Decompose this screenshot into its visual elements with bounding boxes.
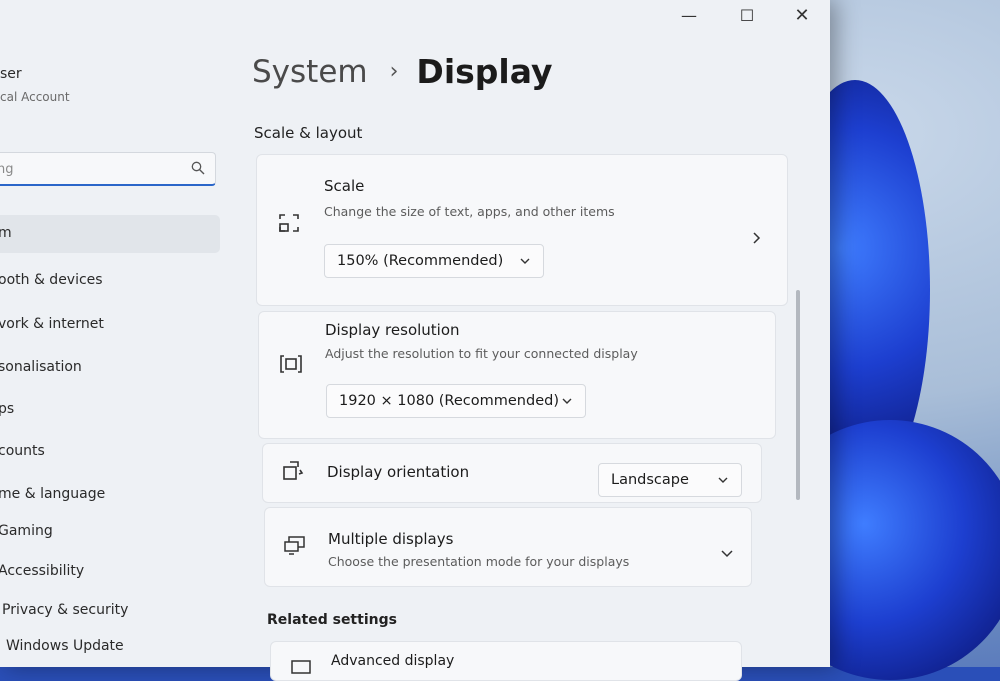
display-resolution-dropdown[interactable]: 1920 × 1080 (Recommended) <box>326 384 586 418</box>
sidebar-item-label: counts <box>0 443 45 459</box>
display-orientation-title: Display orientation <box>327 463 470 481</box>
sidebar-item-accounts[interactable]: counts <box>0 433 220 471</box>
scale-description: Change the size of text, apps, and other… <box>324 204 615 219</box>
display-resolution-card: Display resolution Adjust the resolution… <box>258 311 776 439</box>
sidebar-item-label: Windows Update <box>6 638 124 654</box>
sidebar-item-label: ooth & devices <box>0 272 103 288</box>
breadcrumb-separator: › <box>389 59 399 84</box>
display-orientation-card: Display orientation Landscape <box>262 443 762 503</box>
breadcrumb-system-link[interactable]: System <box>252 54 368 90</box>
multiple-displays-description: Choose the presentation mode for your di… <box>328 554 630 569</box>
display-orientation-dropdown-value: Landscape <box>611 472 689 488</box>
sidebar-item-label: ps <box>0 401 15 417</box>
section-title-scale-layout: Scale & layout <box>254 124 363 142</box>
sidebar-item-label: m <box>0 225 12 241</box>
multiple-displays-icon <box>284 536 305 555</box>
chevron-right-icon[interactable] <box>750 231 762 245</box>
resolution-icon <box>280 355 302 373</box>
scale-dropdown[interactable]: 150% (Recommended) <box>324 244 544 278</box>
chevron-down-icon <box>520 258 530 264</box>
scrollbar[interactable] <box>796 290 800 500</box>
scale-card[interactable]: Scale Change the size of text, apps, and… <box>256 154 788 306</box>
display-resolution-description: Adjust the resolution to fit your connec… <box>325 346 638 361</box>
maximize-button[interactable]: ☐ <box>724 2 770 28</box>
chevron-down-icon <box>718 477 728 483</box>
close-button[interactable]: ✕ <box>779 2 825 28</box>
settings-window: — ☐ ✕ ser cal Account ng m ooth & device… <box>0 0 830 681</box>
chevron-down-icon[interactable] <box>720 549 734 559</box>
minimize-button[interactable]: — <box>666 2 712 28</box>
scale-title: Scale <box>324 177 365 195</box>
section-title-related-settings: Related settings <box>267 612 397 628</box>
orientation-icon <box>283 461 304 480</box>
sidebar-item-label: Privacy & security <box>2 602 129 618</box>
sidebar-item-privacy-security[interactable]: Privacy & security <box>0 592 220 630</box>
sidebar-item-apps[interactable]: ps <box>0 391 220 429</box>
page-title: Display <box>416 52 553 91</box>
scale-icon <box>279 214 299 232</box>
sidebar-item-network[interactable]: vork & internet <box>0 306 220 344</box>
sidebar-item-label: Gaming <box>0 523 53 539</box>
sidebar-item-personalisation[interactable]: sonalisation <box>0 349 220 387</box>
search-input[interactable]: ng <box>0 152 216 186</box>
sidebar-item-time-language[interactable]: me & language <box>0 476 220 514</box>
search-icon <box>191 161 205 175</box>
user-name: ser <box>0 66 22 82</box>
sidebar-item-system[interactable]: m <box>0 215 220 253</box>
scale-dropdown-value: 150% (Recommended) <box>337 253 504 269</box>
sidebar-item-gaming[interactable]: Gaming <box>0 513 220 551</box>
sidebar-item-accessibility[interactable]: Accessibility <box>0 553 220 591</box>
sidebar-item-bluetooth[interactable]: ooth & devices <box>0 262 220 300</box>
sidebar-item-label: sonalisation <box>0 359 82 375</box>
search-placeholder: ng <box>0 162 14 177</box>
user-account-type: cal Account <box>0 90 70 104</box>
display-orientation-dropdown[interactable]: Landscape <box>598 463 742 497</box>
multiple-displays-card[interactable]: Multiple displays Choose the presentatio… <box>264 507 752 587</box>
display-resolution-dropdown-value: 1920 × 1080 (Recommended) <box>339 393 559 409</box>
sidebar-item-label: me & language <box>0 486 106 502</box>
sidebar-item-label: Accessibility <box>0 563 85 579</box>
monitor-icon <box>291 660 311 674</box>
multiple-displays-title: Multiple displays <box>328 530 454 548</box>
advanced-display-card[interactable]: Advanced display <box>270 641 742 681</box>
breadcrumb: System › Display <box>252 52 552 91</box>
display-resolution-title: Display resolution <box>325 321 460 339</box>
sidebar-item-windows-update[interactable]: Windows Update <box>0 628 220 666</box>
sidebar-item-label: vork & internet <box>0 316 104 332</box>
chevron-down-icon <box>562 398 572 404</box>
